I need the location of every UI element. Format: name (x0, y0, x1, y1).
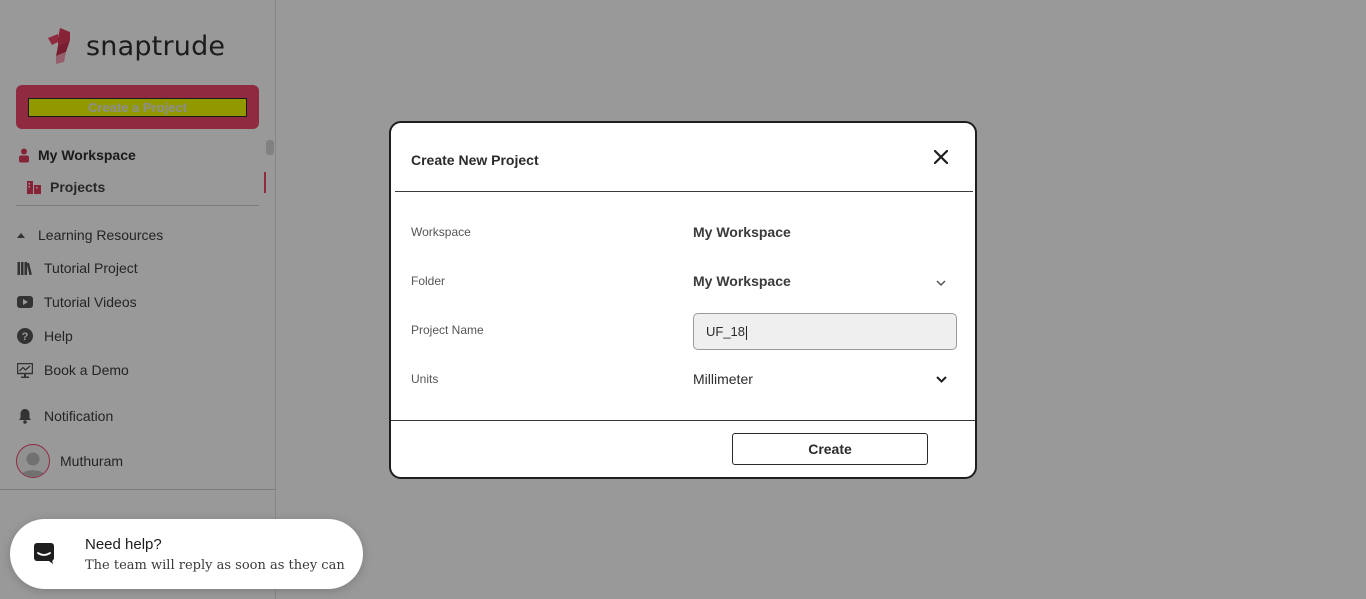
chevron-down-icon[interactable] (935, 277, 947, 289)
divider (391, 420, 975, 421)
units-select[interactable]: Millimeter (693, 371, 753, 387)
folder-select[interactable]: My Workspace (693, 273, 791, 289)
project-name-input[interactable]: UF_18 (693, 313, 957, 350)
project-name-label: Project Name (411, 323, 484, 337)
close-button[interactable] (931, 147, 951, 167)
chat-icon (34, 543, 54, 564)
help-chat-widget[interactable]: Need help? The team will reply as soon a… (10, 519, 363, 589)
project-name-value: UF_18 (706, 324, 746, 339)
help-title: Need help? (85, 536, 162, 553)
workspace-label: Workspace (411, 225, 471, 239)
workspace-value: My Workspace (693, 224, 791, 240)
folder-label: Folder (411, 274, 446, 288)
units-label: Units (411, 372, 439, 386)
text-cursor (746, 325, 748, 340)
create-project-dialog: Create New Project Workspace My Workspac… (389, 121, 977, 479)
chevron-down-icon[interactable] (935, 373, 948, 386)
close-icon (934, 150, 948, 164)
help-subtitle: The team will reply as soon as they can (85, 558, 345, 573)
create-button[interactable]: Create (732, 433, 928, 465)
dialog-title: Create New Project (411, 152, 539, 168)
divider (395, 191, 973, 192)
